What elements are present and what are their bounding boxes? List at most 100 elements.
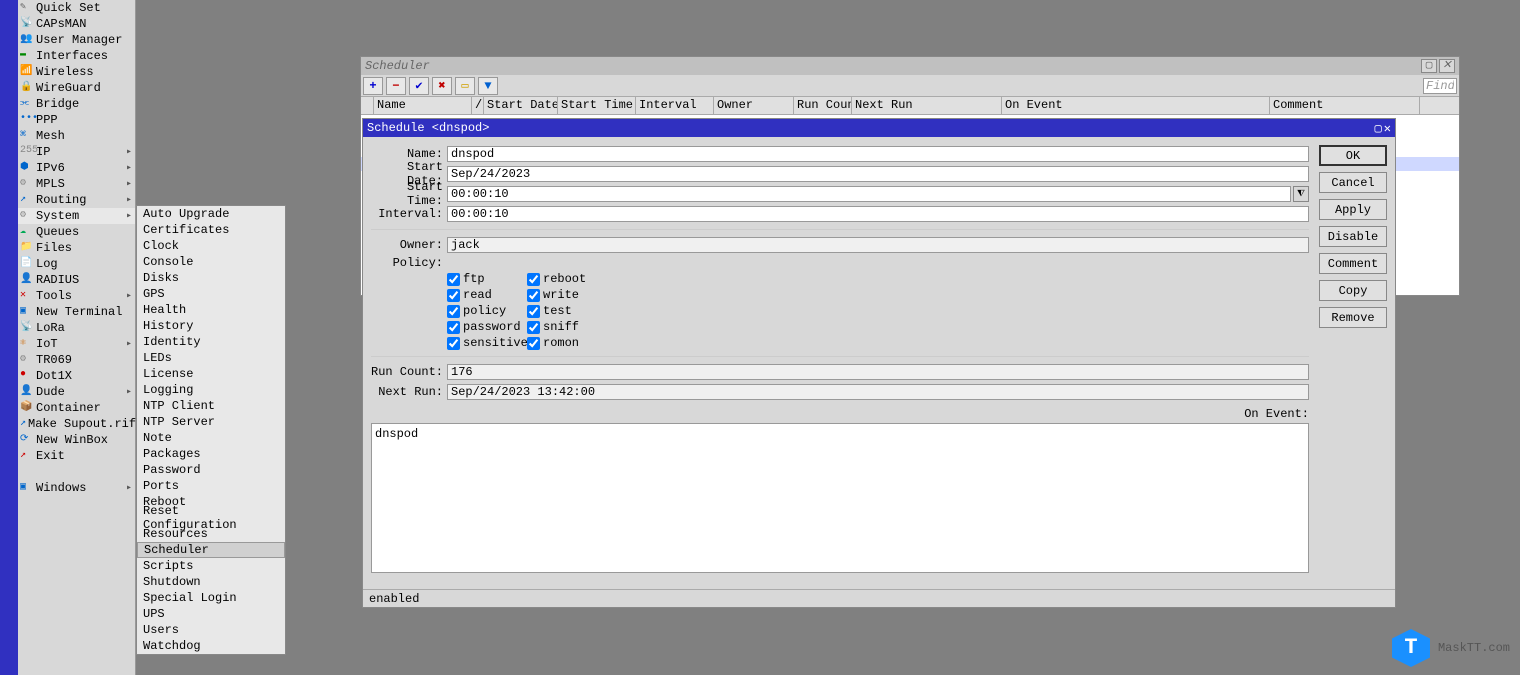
detail-close-button[interactable]: ✕ (1384, 121, 1391, 136)
header-start-date[interactable]: Start Date (484, 97, 558, 114)
start-date-input[interactable] (447, 166, 1309, 182)
sidebar-item-bridge[interactable]: ⫘Bridge (18, 96, 135, 112)
policy-test[interactable]: test (527, 304, 607, 318)
sidebar-item-exit[interactable]: ↗Exit (18, 448, 135, 464)
policy-policy[interactable]: policy (447, 304, 527, 318)
policy-write[interactable]: write (527, 288, 607, 302)
comment-action-button[interactable]: Comment (1319, 253, 1387, 274)
header-run-count[interactable]: Run Count (794, 97, 852, 114)
sidebar-item-capsman[interactable]: 📡CAPsMAN (18, 16, 135, 32)
submenu-item-health[interactable]: Health (137, 302, 285, 318)
sidebar-item-ipv6[interactable]: ⬢IPv6▸ (18, 160, 135, 176)
sidebar-item-lora[interactable]: 📡LoRa (18, 320, 135, 336)
submenu-item-password[interactable]: Password (137, 462, 285, 478)
header-name[interactable]: Name (374, 97, 472, 114)
policy-sensitive[interactable]: sensitive (447, 336, 527, 350)
disable-action-button[interactable]: Disable (1319, 226, 1387, 247)
remove-button[interactable]: − (386, 77, 406, 95)
sidebar-item-dude[interactable]: 👤Dude▸ (18, 384, 135, 400)
submenu-item-scheduler[interactable]: Scheduler (137, 542, 285, 558)
close-button[interactable]: ✕ (1439, 59, 1455, 73)
sidebar-item-queues[interactable]: ☁Queues (18, 224, 135, 240)
sidebar-item-iot[interactable]: ⚛IoT▸ (18, 336, 135, 352)
submenu-item-clock[interactable]: Clock (137, 238, 285, 254)
header-interval[interactable]: Interval (636, 97, 714, 114)
submenu-item-packages[interactable]: Packages (137, 446, 285, 462)
policy-read[interactable]: read (447, 288, 527, 302)
submenu-item-scripts[interactable]: Scripts (137, 558, 285, 574)
submenu-item-shutdown[interactable]: Shutdown (137, 574, 285, 590)
submenu-item-leds[interactable]: LEDs (137, 350, 285, 366)
sidebar-item-wireless[interactable]: 📶Wireless (18, 64, 135, 80)
enable-button[interactable]: ✔ (409, 77, 429, 95)
submenu-item-ntp-server[interactable]: NTP Server (137, 414, 285, 430)
submenu-item-console[interactable]: Console (137, 254, 285, 270)
sidebar-item-routing[interactable]: ↗Routing▸ (18, 192, 135, 208)
header-blank[interactable] (361, 97, 374, 114)
sidebar-item-windows[interactable]: ▣Windows▸ (18, 480, 135, 496)
submenu-item-ports[interactable]: Ports (137, 478, 285, 494)
minimize-button[interactable]: ▢ (1421, 59, 1437, 73)
copy-button[interactable]: Copy (1319, 280, 1387, 301)
apply-button[interactable]: Apply (1319, 199, 1387, 220)
header-start-time[interactable]: Start Time (558, 97, 636, 114)
policy-ftp[interactable]: ftp (447, 272, 527, 286)
sidebar-item-system[interactable]: ⚙System▸ (18, 208, 135, 224)
sidebar-item-container[interactable]: 📦Container (18, 400, 135, 416)
sidebar-item-user-manager[interactable]: 👥User Manager (18, 32, 135, 48)
sidebar-item-files[interactable]: 📁Files (18, 240, 135, 256)
add-button[interactable]: + (363, 77, 383, 95)
ok-button[interactable]: OK (1319, 145, 1387, 166)
submenu-item-license[interactable]: License (137, 366, 285, 382)
submenu-item-special-login[interactable]: Special Login (137, 590, 285, 606)
sidebar-item-make-supout.rif[interactable]: ↗Make Supout.rif (18, 416, 135, 432)
filter-button[interactable]: ▼ (478, 77, 498, 95)
sidebar-item-new-terminal[interactable]: ▣New Terminal (18, 304, 135, 320)
header-next-run[interactable]: Next Run (852, 97, 1002, 114)
comment-button[interactable]: ▭ (455, 77, 475, 95)
sidebar-item-tr069[interactable]: ⚙TR069 (18, 352, 135, 368)
sidebar-item-tools[interactable]: ✕Tools▸ (18, 288, 135, 304)
submenu-item-auto-upgrade[interactable]: Auto Upgrade (137, 206, 285, 222)
submenu-item-note[interactable]: Note (137, 430, 285, 446)
submenu-item-history[interactable]: History (137, 318, 285, 334)
submenu-item-watchdog[interactable]: Watchdog (137, 638, 285, 654)
sidebar-item-dot1x[interactable]: ●Dot1X (18, 368, 135, 384)
on-event-textarea[interactable] (371, 423, 1309, 573)
start-time-input[interactable] (447, 186, 1291, 202)
policy-password[interactable]: password (447, 320, 527, 334)
submenu-item-logging[interactable]: Logging (137, 382, 285, 398)
detail-minimize-button[interactable]: ▢ (1375, 121, 1382, 136)
interval-input[interactable] (447, 206, 1309, 222)
sidebar-item-ip[interactable]: 255IP▸ (18, 144, 135, 160)
submenu-item-reset-configuration[interactable]: Reset Configuration (137, 510, 285, 526)
header-on-event[interactable]: On Event (1002, 97, 1270, 114)
header-comment[interactable]: Comment (1270, 97, 1420, 114)
sidebar-item-log[interactable]: 📄Log (18, 256, 135, 272)
policy-romon[interactable]: romon (527, 336, 607, 350)
submenu-item-disks[interactable]: Disks (137, 270, 285, 286)
start-time-dropdown[interactable]: ⧨ (1293, 186, 1309, 202)
sidebar-item-mesh[interactable]: ⌘Mesh (18, 128, 135, 144)
remove-action-button[interactable]: Remove (1319, 307, 1387, 328)
find-input[interactable] (1423, 78, 1457, 94)
sidebar-item-mpls[interactable]: ⚙MPLS▸ (18, 176, 135, 192)
header-owner[interactable]: Owner (714, 97, 794, 114)
cancel-button[interactable]: Cancel (1319, 172, 1387, 193)
submenu-item-ups[interactable]: UPS (137, 606, 285, 622)
header-/[interactable]: / (472, 97, 484, 114)
submenu-item-gps[interactable]: GPS (137, 286, 285, 302)
sidebar-item-new-winbox[interactable]: ⟳New WinBox (18, 432, 135, 448)
sidebar-item-quick-set[interactable]: ✎Quick Set (18, 0, 135, 16)
policy-reboot[interactable]: reboot (527, 272, 607, 286)
name-input[interactable] (447, 146, 1309, 162)
sidebar-item-radius[interactable]: 👤RADIUS (18, 272, 135, 288)
submenu-item-users[interactable]: Users (137, 622, 285, 638)
disable-button[interactable]: ✖ (432, 77, 452, 95)
sidebar-item-wireguard[interactable]: 🔒WireGuard (18, 80, 135, 96)
submenu-item-identity[interactable]: Identity (137, 334, 285, 350)
sidebar-item-interfaces[interactable]: ▬Interfaces (18, 48, 135, 64)
submenu-item-certificates[interactable]: Certificates (137, 222, 285, 238)
sidebar-item-ppp[interactable]: •••PPP (18, 112, 135, 128)
policy-sniff[interactable]: sniff (527, 320, 607, 334)
